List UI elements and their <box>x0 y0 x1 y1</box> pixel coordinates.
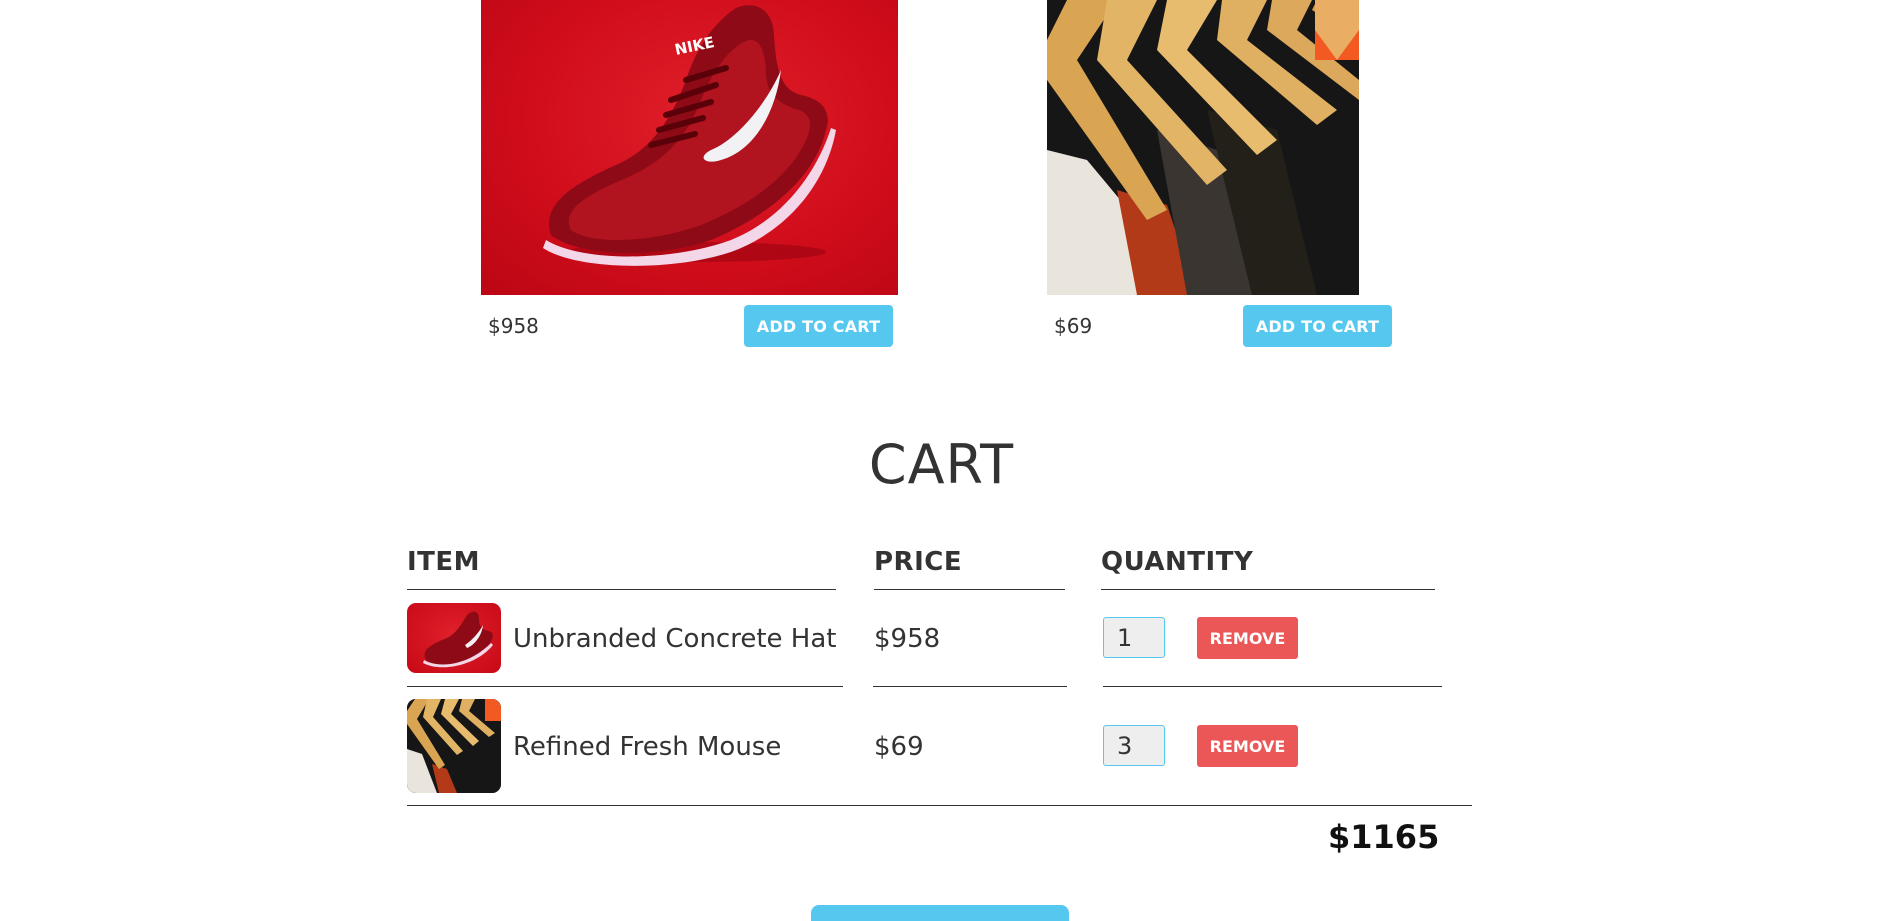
cart-item-price: $69 <box>874 732 924 762</box>
row-divider <box>873 686 1067 687</box>
row-divider <box>1103 686 1442 687</box>
clothes-rack-thumbnail-illustration <box>407 699 501 793</box>
sneaker-illustration: NIKE <box>543 5 836 266</box>
cart-item-name: Unbranded Concrete Hat <box>513 624 837 654</box>
cart-item-thumbnail <box>407 699 501 793</box>
clothes-rack-illustration <box>1047 0 1359 295</box>
quantity-input[interactable] <box>1103 725 1165 766</box>
column-header-item: ITEM <box>407 547 481 577</box>
cart-item-price: $958 <box>874 624 941 654</box>
column-header-price: PRICE <box>874 547 963 577</box>
purchase-button[interactable] <box>811 905 1069 921</box>
cart-total-divider <box>407 805 1472 806</box>
cart-item-name: Refined Fresh Mouse <box>513 732 782 762</box>
add-to-cart-button[interactable]: ADD TO CART <box>1243 305 1392 347</box>
cart-title: CART <box>868 433 1015 496</box>
quantity-input[interactable] <box>1103 617 1165 658</box>
header-divider <box>874 589 1065 590</box>
product-image-clothes-rack <box>1047 0 1359 295</box>
remove-button[interactable]: REMOVE <box>1197 617 1298 659</box>
remove-button[interactable]: REMOVE <box>1197 725 1298 767</box>
column-header-quantity: QUANTITY <box>1101 547 1254 577</box>
sneaker-thumbnail-illustration <box>423 611 493 668</box>
header-divider <box>1101 589 1435 590</box>
header-divider <box>407 589 836 590</box>
add-to-cart-button[interactable]: ADD TO CART <box>744 305 893 347</box>
cart-total: $1165 <box>1328 818 1440 856</box>
product-price: $958 <box>488 314 539 338</box>
product-image-red-sneaker: NIKE <box>481 0 898 295</box>
row-divider <box>407 686 843 687</box>
product-price: $69 <box>1054 314 1093 338</box>
cart-item-thumbnail <box>407 603 501 673</box>
